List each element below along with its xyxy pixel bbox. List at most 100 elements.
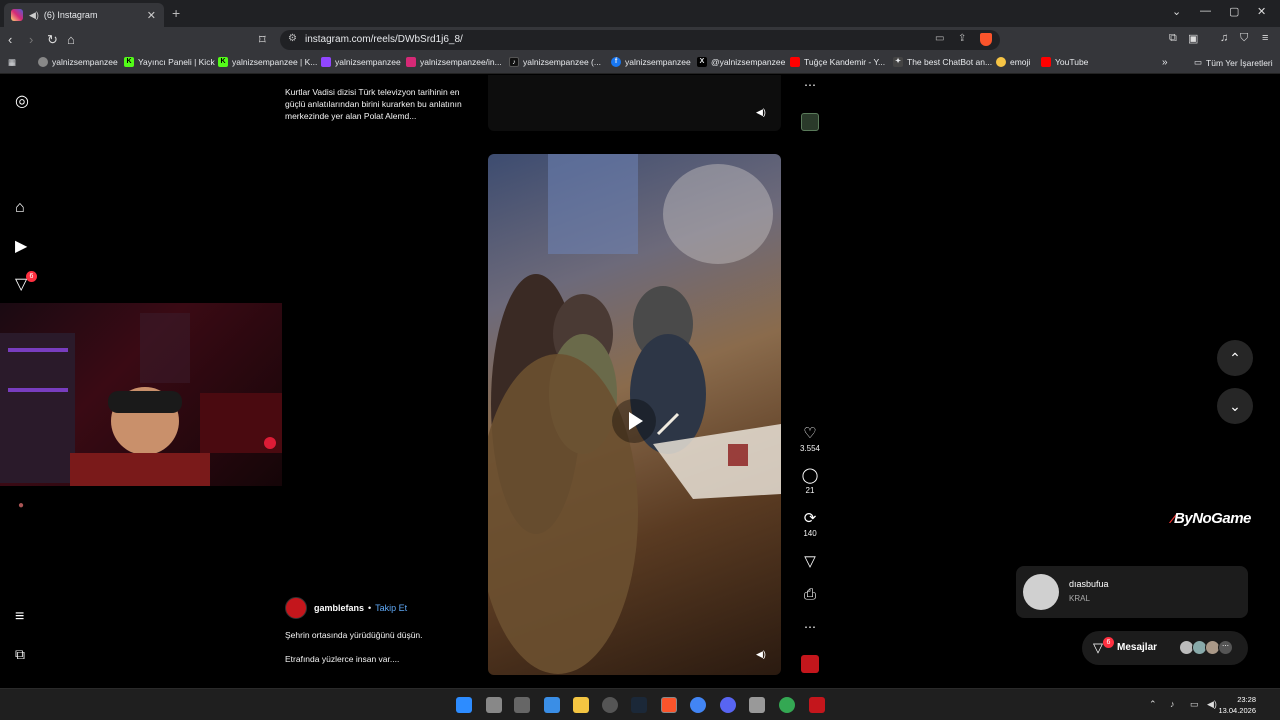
audio-thumbnail[interactable] <box>801 655 819 673</box>
author-avatar[interactable] <box>285 597 307 619</box>
profile-avatar-icon[interactable]: ● <box>18 500 24 511</box>
repost-icon[interactable]: ⟳ <box>795 509 825 527</box>
photos-icon[interactable] <box>544 697 560 713</box>
bookmarks-overflow-icon[interactable]: » <box>1162 57 1168 68</box>
chrome-icon[interactable] <box>779 697 795 713</box>
all-bookmarks-folder[interactable]: ▭ Tüm Yer İşaretleri <box>1194 57 1273 68</box>
repost-action[interactable]: ⟳ 140 <box>795 509 825 538</box>
system-clock[interactable]: 23:28 13.04.2026 <box>1218 694 1256 716</box>
maximize-button[interactable]: ▢ <box>1229 5 1239 18</box>
tray-overflow-icon[interactable]: ⌃ <box>1149 699 1157 710</box>
send-icon[interactable]: ▽ <box>795 552 825 570</box>
back-icon[interactable]: ‹ <box>8 32 12 47</box>
apps-grid-icon[interactable]: ▦ <box>8 57 16 68</box>
folder-icon: ▭ <box>1194 57 1203 67</box>
tab-search-icon[interactable]: ⌄ <box>1172 5 1181 18</box>
reload-icon[interactable]: ↻ <box>47 32 58 48</box>
microphone-icon[interactable]: ♪ <box>1170 699 1175 709</box>
brave-browser-icon[interactable] <box>661 697 677 713</box>
task-view-icon[interactable] <box>486 697 502 713</box>
new-tab-button[interactable]: + <box>172 5 180 21</box>
bynogame-logo: ⁄ByNoGame <box>1172 510 1251 527</box>
chrome-icon[interactable] <box>690 697 706 713</box>
instagram-logo-icon[interactable]: ◎ <box>15 91 29 111</box>
bookmark-icon[interactable]: ⎙ <box>795 586 825 603</box>
reel-video[interactable]: ◀) <box>488 154 781 675</box>
window-close-button[interactable]: ✕ <box>1257 5 1266 18</box>
site-settings-icon[interactable]: ⚙ <box>288 33 297 44</box>
bookmark-item[interactable]: X @yalnizsempanzee <box>697 57 785 67</box>
share-action[interactable]: ▽ <box>795 552 825 570</box>
next-reel-button[interactable]: ⌄ <box>1217 388 1253 424</box>
like-action[interactable]: ♡ 3.554 <box>795 424 825 453</box>
bookmark-item[interactable]: emoji <box>996 57 1030 67</box>
comment-icon[interactable]: ◯ <box>795 466 825 484</box>
speaker-icon[interactable]: ◀) <box>1207 699 1217 710</box>
taskbar-app-icon[interactable] <box>602 697 618 713</box>
post-author-row: gamblefans • Takip Et <box>285 597 407 619</box>
more-menu-icon[interactable]: ≡ <box>15 608 24 626</box>
taskbar-app-icon[interactable] <box>809 697 825 713</box>
previous-audio-thumbnail[interactable] <box>801 113 819 131</box>
tab-title: (6) Instagram <box>43 10 98 20</box>
taskbar-app-icon[interactable] <box>514 697 530 713</box>
tab-instagram[interactable]: ◀) (6) Instagram ✕ <box>4 3 164 27</box>
messages-bar[interactable]: ▽ 6 Mesajlar ⋯ <box>1082 631 1248 665</box>
discord-icon[interactable] <box>720 697 736 713</box>
comment-action[interactable]: ◯ 21 <box>795 466 825 495</box>
tab-close-icon[interactable]: ✕ <box>147 9 156 22</box>
share-icon[interactable]: ⇪ <box>958 33 966 44</box>
bookmark-item[interactable]: K Yayıncı Paneli | Kick <box>124 57 215 67</box>
forward-icon[interactable]: › <box>29 32 33 47</box>
author-username[interactable]: gamblefans <box>314 603 364 613</box>
home-nav-icon[interactable]: ⌂ <box>15 199 25 217</box>
instagram-favicon-icon <box>11 9 23 21</box>
reels-nav-icon[interactable]: ▶ <box>15 236 27 256</box>
post-caption-line[interactable]: Etrafında yüzlerce insan var.... <box>285 654 399 664</box>
previous-more-options-icon[interactable]: ⋯ <box>795 78 825 92</box>
heart-icon[interactable]: ♡ <box>795 424 825 442</box>
vpn-shield-icon[interactable]: ⛉ <box>1240 32 1248 45</box>
follow-button[interactable]: Takip Et <box>375 603 407 613</box>
volume-icon[interactable]: ◀) <box>756 107 766 118</box>
url-box[interactable]: ⚙ instagram.com/reels/DWbSrd1j6_8/ ▭ ⇪ <box>280 30 1000 50</box>
menu-icon[interactable]: ≡ <box>1262 32 1268 44</box>
more-options-icon[interactable]: ⋯ <box>795 620 825 634</box>
more-options-action[interactable]: ⋯ <box>795 620 825 634</box>
bookmark-item[interactable]: YouTube <box>1041 57 1088 67</box>
taskbar-app-icon[interactable] <box>749 697 765 713</box>
previous-reel-video[interactable]: ◀) <box>488 75 781 131</box>
bookmark-item[interactable]: Kyalnizsempanzee | K... <box>218 57 317 67</box>
streamer-webcam-overlay <box>0 303 282 486</box>
bookmark-item[interactable]: Tuğçe Kandemir - Y... <box>790 57 885 67</box>
bookmark-item[interactable]: ✦ The best ChatBot an... <box>893 57 992 67</box>
bookmark-item[interactable]: ♪ yalnizsempanzee (... <box>509 57 601 67</box>
steam-icon[interactable] <box>631 697 647 713</box>
extensions-icon[interactable]: ⧉ <box>1169 32 1177 45</box>
chat-notification[interactable]: dıasbufua KRAL <box>1016 566 1248 618</box>
bookmark-item[interactable]: yalnizsempanzee <box>321 57 401 67</box>
minimize-button[interactable]: — <box>1200 5 1211 17</box>
network-icon[interactable]: ▭ <box>1190 699 1199 710</box>
volume-icon[interactable]: ◀) <box>756 649 766 660</box>
bookmark-item[interactable]: yalnizsempanzee/in... <box>406 57 502 67</box>
previous-reel-button[interactable]: ⌃ <box>1217 340 1253 376</box>
home-icon[interactable]: ⌂ <box>67 32 75 47</box>
meta-apps-icon[interactable]: ⧉ <box>15 646 25 663</box>
cast-icon[interactable]: ▭ <box>935 33 944 44</box>
file-explorer-icon[interactable] <box>573 697 589 713</box>
play-button[interactable] <box>612 399 656 443</box>
save-action[interactable]: ⎙ <box>795 586 825 603</box>
bookmark-item[interactable]: yalnizsempanzee <box>38 57 118 67</box>
bookmark-item[interactable]: f yalnizsempanzee <box>611 57 691 67</box>
webcam-illustration <box>0 313 282 486</box>
bookmark-page-icon[interactable]: ⌑ <box>259 32 266 48</box>
media-icon[interactable]: ♫ <box>1220 32 1228 44</box>
brave-shields-icon[interactable] <box>980 33 992 46</box>
wallet-icon[interactable]: ▣ <box>1188 32 1198 45</box>
screen: ◀) (6) Instagram ✕ + ⌄ — ▢ ✕ ‹ › ↻ ⌂ ⌑ ⚙… <box>0 0 1280 720</box>
start-menu-icon[interactable] <box>456 697 472 713</box>
audio-playing-icon[interactable]: ◀) <box>29 10 39 21</box>
url-text[interactable]: instagram.com/reels/DWbSrd1j6_8/ <box>305 34 463 45</box>
notification-sender: dıasbufua <box>1069 579 1109 589</box>
